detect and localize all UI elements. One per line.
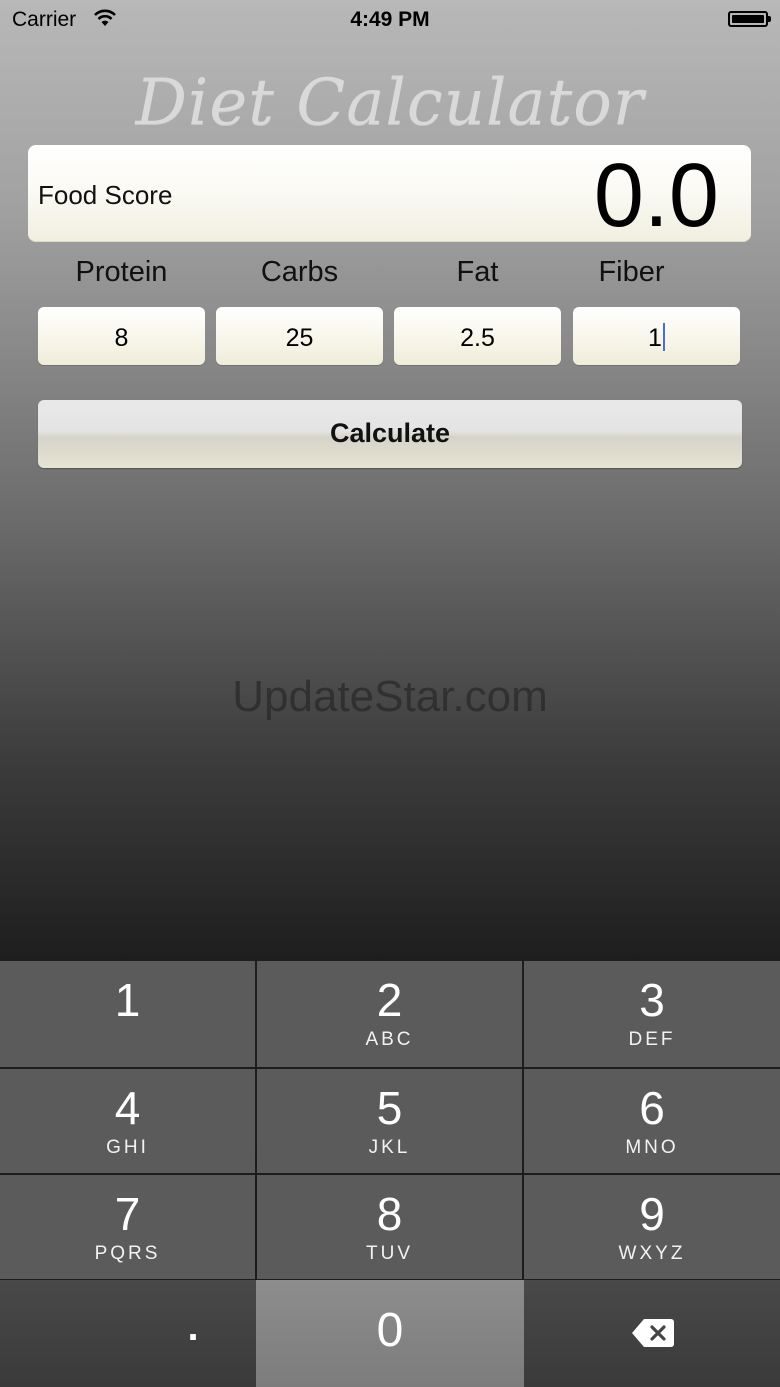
key-7-letters: PQRS — [94, 1243, 161, 1264]
carbs-label: Carbs — [260, 256, 339, 288]
key-2-letters: ABC — [365, 1029, 414, 1050]
carbs-input[interactable]: 25 — [216, 307, 383, 365]
key-9-digit: 9 — [639, 1188, 665, 1240]
key-4-letters: GHI — [106, 1137, 149, 1158]
protein-input[interactable]: 8 — [38, 307, 205, 365]
protein-input-value: 8 — [114, 324, 129, 352]
key-7-digit: 7 — [114, 1188, 141, 1240]
numeric-keypad: 1 2 ABC 3 DEF 4 GHI 5 JKL 6 MNO 7 PQRS 8… — [0, 961, 780, 1387]
key-7[interactable]: 7 PQRS — [0, 1175, 255, 1279]
backspace-icon — [632, 1319, 674, 1347]
key-2-digit: 2 — [376, 974, 403, 1026]
key-8-letters: TUV — [366, 1243, 413, 1264]
key-3[interactable]: 3 DEF — [524, 961, 780, 1067]
key-6[interactable]: 6 MNO — [524, 1069, 780, 1173]
food-score-value: 0.0 — [593, 146, 719, 246]
fat-label: Fat — [456, 256, 499, 288]
key-0-digit: 0 — [376, 1304, 404, 1357]
status-bar: Carrier 4:49 PM — [0, 0, 780, 40]
fiber-input[interactable]: 1 — [573, 307, 740, 365]
key-1[interactable]: 1 — [0, 961, 255, 1067]
key-8[interactable]: 8 TUV — [257, 1175, 522, 1279]
fat-input[interactable]: 2.5 — [394, 307, 561, 365]
key-5-letters: JKL — [368, 1137, 411, 1158]
fiber-label: Fiber — [598, 256, 665, 288]
watermark: UpdateStar.com — [232, 672, 548, 721]
key-8-digit: 8 — [376, 1188, 403, 1240]
food-score-label: Food Score — [38, 180, 173, 210]
app-title: Diet Calculator — [135, 66, 645, 140]
key-9-letters: WXYZ — [618, 1243, 686, 1264]
key-9[interactable]: 9 WXYZ — [524, 1175, 780, 1279]
fat-input-value: 2.5 — [460, 324, 495, 352]
key-3-letters: DEF — [628, 1029, 676, 1050]
key-6-digit: 6 — [639, 1082, 665, 1134]
key-2[interactable]: 2 ABC — [257, 961, 522, 1067]
key-3-digit: 3 — [639, 974, 665, 1026]
key-1-digit: 1 — [114, 974, 141, 1026]
key-4[interactable]: 4 GHI — [0, 1069, 255, 1173]
key-0[interactable]: 0 — [256, 1280, 524, 1387]
battery-icon — [728, 11, 771, 27]
key-6-letters: MNO — [625, 1137, 679, 1158]
text-cursor — [662, 323, 665, 351]
food-score-panel: Food Score 0.0 — [28, 145, 751, 242]
key-delete[interactable] — [524, 1280, 780, 1387]
protein-label: Protein — [75, 256, 168, 288]
key-decimal-point[interactable]: . — [0, 1280, 256, 1387]
key-decimal-point-label: . — [187, 1305, 199, 1349]
fiber-input-value: 1 — [648, 324, 662, 352]
key-4-digit: 4 — [114, 1082, 141, 1134]
carbs-input-value: 25 — [285, 324, 314, 352]
calculate-button[interactable]: Calculate — [38, 400, 742, 468]
key-5-digit: 5 — [376, 1082, 403, 1134]
key-5[interactable]: 5 JKL — [257, 1069, 522, 1173]
status-time: 4:49 PM — [350, 8, 430, 31]
